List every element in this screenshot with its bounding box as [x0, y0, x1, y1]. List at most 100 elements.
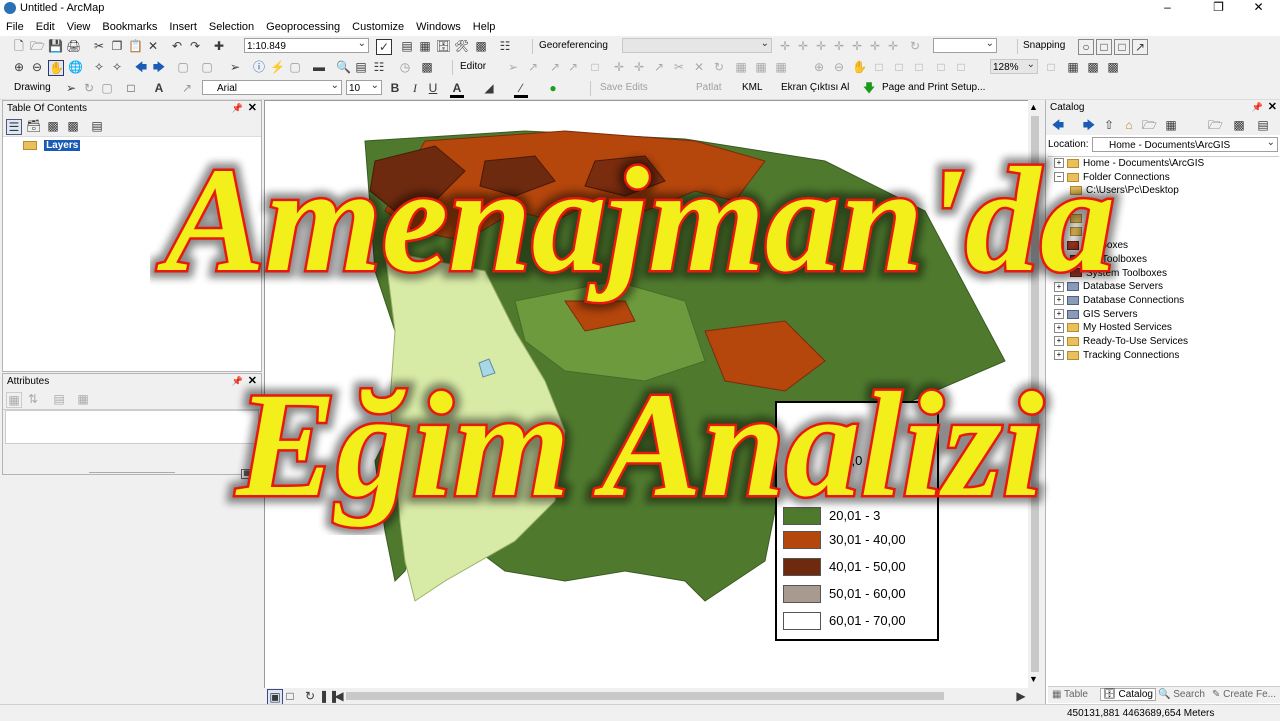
- time-slider-icon[interactable]: ◷: [398, 60, 412, 74]
- close-icon[interactable]: ✕: [248, 101, 257, 116]
- refresh-icon[interactable]: ↻: [303, 689, 317, 703]
- fixed-zoom-in-icon[interactable]: ✧: [92, 60, 106, 74]
- vertical-scroll-thumb[interactable]: [1031, 116, 1039, 672]
- edge-snapping-icon[interactable]: ↗: [1132, 39, 1148, 55]
- catalog-tree-item[interactable]: + Ready-To-Use Services: [1054, 336, 1188, 347]
- expand-icon[interactable]: +: [1054, 350, 1064, 361]
- map-legend[interactable]: 09,0 20,01 - 3 30,01 - 40,00 40,01 - 50,…: [775, 401, 939, 641]
- create-viewer-icon[interactable]: ▩: [420, 60, 434, 74]
- save-icon[interactable]: 💾: [48, 39, 63, 53]
- find-route-icon[interactable]: ▤: [354, 60, 368, 74]
- menu-help[interactable]: Help: [467, 21, 502, 33]
- forward-icon[interactable]: 🡆: [1082, 118, 1096, 132]
- catalog-tree-item[interactable]: + Database Servers: [1054, 281, 1163, 292]
- catalog-tree-item[interactable]: + Home - Documents\ArcGIS: [1054, 158, 1204, 169]
- full-extent-icon[interactable]: 🌐: [68, 60, 83, 74]
- forward-extent-icon[interactable]: 🡆: [152, 60, 166, 74]
- expand-icon[interactable]: +: [1054, 281, 1064, 292]
- point-snapping-icon[interactable]: ○: [1078, 39, 1094, 55]
- list-by-selection-icon[interactable]: ▩: [66, 119, 80, 133]
- location-select[interactable]: Home - Documents\ArcGIS: [1092, 135, 1278, 152]
- zoom-in-icon[interactable]: ⊕: [12, 60, 26, 74]
- text-tool-icon[interactable]: A: [152, 81, 166, 95]
- catalog-tree-item[interactable]: System Toolboxes: [1070, 268, 1167, 279]
- focus-data-frame-icon[interactable]: ▦: [1066, 60, 1080, 74]
- close-button[interactable]: ✕: [1236, 0, 1280, 17]
- new-folder-icon[interactable]: 🗁: [1208, 118, 1223, 132]
- undo-icon[interactable]: ↶: [170, 39, 184, 53]
- pause-drawing-icon[interactable]: ❚❚: [319, 689, 339, 703]
- catalog-tree-item[interactable]: − Toolboxes: [1054, 240, 1128, 251]
- catalog-options-icon[interactable]: ▤: [1256, 118, 1270, 132]
- end-snapping-icon[interactable]: □: [1096, 39, 1112, 55]
- pin-icon[interactable]: 📌: [1252, 100, 1263, 115]
- options-icon[interactable]: ▤: [90, 119, 104, 133]
- scroll-right-icon[interactable]: ▶: [1014, 689, 1028, 703]
- catalog-tree-item[interactable]: + My Hosted Services: [1054, 322, 1172, 333]
- find-icon[interactable]: 🔍: [336, 60, 351, 74]
- data-driven-pages-icon[interactable]: ▩: [1106, 60, 1120, 74]
- catalog-window-icon[interactable]: 🗄: [436, 39, 451, 53]
- catalog-tree-item[interactable]: E:\: [1070, 213, 1098, 224]
- ekran-ciktisi-button[interactable]: Ekran Çıktısı Al: [781, 82, 849, 93]
- map-vertical-scrollbar[interactable]: ▲ ▼: [1028, 100, 1042, 688]
- catalog-tree-item[interactable]: D:\: [1070, 199, 1099, 210]
- up-one-level-icon[interactable]: ⇧: [1102, 118, 1116, 132]
- redo-icon[interactable]: ↷: [188, 39, 202, 53]
- map-horizontal-scrollbar[interactable]: ▣ □ ↻ ❚❚ ◀ ▶: [264, 688, 1042, 705]
- italic-button[interactable]: I: [408, 81, 422, 95]
- rotate-element-icon[interactable]: ↻: [82, 81, 96, 95]
- pan-icon[interactable]: ✋: [48, 60, 64, 76]
- catalog-tree-item[interactable]: + Database Connections: [1054, 295, 1184, 306]
- clear-selection-icon[interactable]: ▢: [200, 60, 214, 74]
- zoom-selected-icon[interactable]: ▢: [100, 81, 114, 95]
- vertex-snapping-icon[interactable]: □: [1114, 39, 1130, 55]
- go-to-xy-icon[interactable]: ☷: [372, 60, 386, 74]
- connect-folder-icon[interactable]: 🗁: [1142, 118, 1157, 132]
- tab-create-features[interactable]: ✎ Create Fe...: [1212, 689, 1276, 700]
- model-builder-icon[interactable]: ☷: [498, 39, 512, 53]
- minimize-button[interactable]: –: [1145, 0, 1190, 17]
- pin-icon[interactable]: 📌: [232, 374, 243, 389]
- copy-icon[interactable]: ❐: [110, 39, 124, 53]
- new-document-icon[interactable]: 🗋: [12, 39, 26, 53]
- tab-table[interactable]: ▦ Table: [1052, 689, 1088, 700]
- catalog-tree-item[interactable]: My Toolboxes: [1070, 254, 1147, 265]
- select-elements-arrow-icon[interactable]: ➢: [64, 81, 78, 95]
- maximize-button[interactable]: ❐: [1196, 0, 1241, 17]
- home-icon[interactable]: ⌂: [1122, 118, 1136, 132]
- expand-icon[interactable]: +: [1054, 158, 1064, 169]
- snapping-menu[interactable]: Snapping: [1023, 40, 1065, 51]
- measure-icon[interactable]: ▬: [312, 60, 326, 74]
- tab-search[interactable]: 🔍 Search: [1158, 689, 1205, 700]
- layout-icon[interactable]: ▤: [400, 39, 414, 53]
- list-by-drawing-order-icon[interactable]: ☰: [6, 119, 22, 135]
- select-elements-icon[interactable]: ➢: [228, 60, 242, 74]
- collapse-icon[interactable]: −: [1054, 172, 1064, 183]
- editor-toolbar-icon[interactable]: ✓: [376, 39, 392, 55]
- font-size-select[interactable]: 10: [346, 78, 382, 95]
- layout-view-icon[interactable]: □: [283, 689, 297, 703]
- list-by-visibility-icon[interactable]: ▩: [46, 119, 60, 133]
- menu-insert[interactable]: Insert: [163, 21, 203, 33]
- catalog-tree-item[interactable]: − Folder Connections: [1054, 172, 1170, 183]
- drawing-menu[interactable]: Drawing: [14, 82, 51, 93]
- collapse-icon[interactable]: −: [1054, 240, 1064, 251]
- identify-icon[interactable]: ⓘ: [252, 60, 266, 74]
- catalog-tree-item[interactable]: + Tracking Connections: [1054, 350, 1179, 361]
- menu-customize[interactable]: Customize: [346, 21, 410, 33]
- georef-value-input[interactable]: [933, 36, 997, 53]
- html-popup-icon[interactable]: ▢: [288, 60, 302, 74]
- download-arrow-icon[interactable]: 🡇: [862, 81, 876, 95]
- line-color-icon[interactable]: ∕: [514, 81, 528, 98]
- georeferencing-menu[interactable]: Georeferencing: [539, 40, 608, 51]
- catalog-tree-item[interactable]: C:\Users\Pc\Desktop: [1070, 185, 1179, 196]
- underline-button[interactable]: U: [426, 81, 440, 95]
- menu-selection[interactable]: Selection: [203, 21, 260, 33]
- cut-icon[interactable]: ✂: [92, 39, 106, 53]
- menu-file[interactable]: File: [0, 21, 30, 33]
- scroll-left-icon[interactable]: ◀: [332, 689, 346, 703]
- edit-vertices-drawing-icon[interactable]: ↗: [180, 81, 194, 95]
- close-icon[interactable]: ✕: [248, 374, 257, 389]
- list-toggle-icon[interactable]: ☰: [251, 469, 261, 479]
